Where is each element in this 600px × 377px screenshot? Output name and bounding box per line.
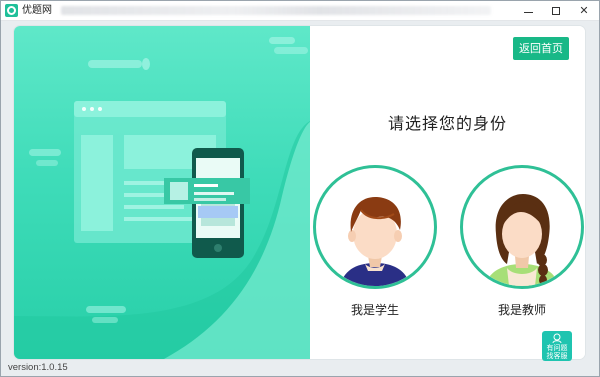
blurred-title-region	[61, 6, 491, 15]
customer-service-icon	[552, 333, 562, 343]
hero-illustration-graphic	[14, 37, 310, 359]
minimize-icon	[523, 12, 533, 13]
teacher-role-card[interactable]	[460, 165, 584, 289]
customer-service-label: 有问题找客服	[546, 344, 568, 360]
maximize-button[interactable]	[542, 1, 570, 20]
back-home-button[interactable]: 返回首页	[513, 37, 569, 60]
minimize-button[interactable]	[514, 1, 542, 20]
hero-illustration	[14, 26, 310, 359]
teacher-role-label[interactable]: 我是教师	[460, 301, 584, 318]
customer-service-button[interactable]: 有问题找客服	[542, 331, 572, 361]
student-role-card[interactable]	[313, 165, 437, 289]
student-role-label[interactable]: 我是学生	[313, 301, 437, 318]
page-title: 请选择您的身份	[387, 114, 507, 133]
app-logo-icon	[5, 4, 18, 17]
window-title: 优题网	[22, 5, 52, 16]
close-icon: ✕	[579, 4, 589, 17]
close-button[interactable]: ✕	[570, 1, 598, 20]
version-label: version:1.0.15	[8, 362, 68, 373]
maximize-icon	[552, 6, 560, 15]
title-bar[interactable]: 优题网 ✕	[1, 1, 599, 21]
app-window: 优题网 ✕ 返回首页 请选择您的身份 我是学生 我是教师 有问题找客服 vers…	[0, 0, 600, 377]
identity-panel: 返回首页 请选择您的身份 我是学生 我是教师	[14, 26, 585, 359]
student-avatar	[340, 196, 410, 286]
teacher-avatar	[485, 194, 559, 286]
role-selection-pane: 返回首页 请选择您的身份 我是学生 我是教师	[310, 26, 585, 359]
